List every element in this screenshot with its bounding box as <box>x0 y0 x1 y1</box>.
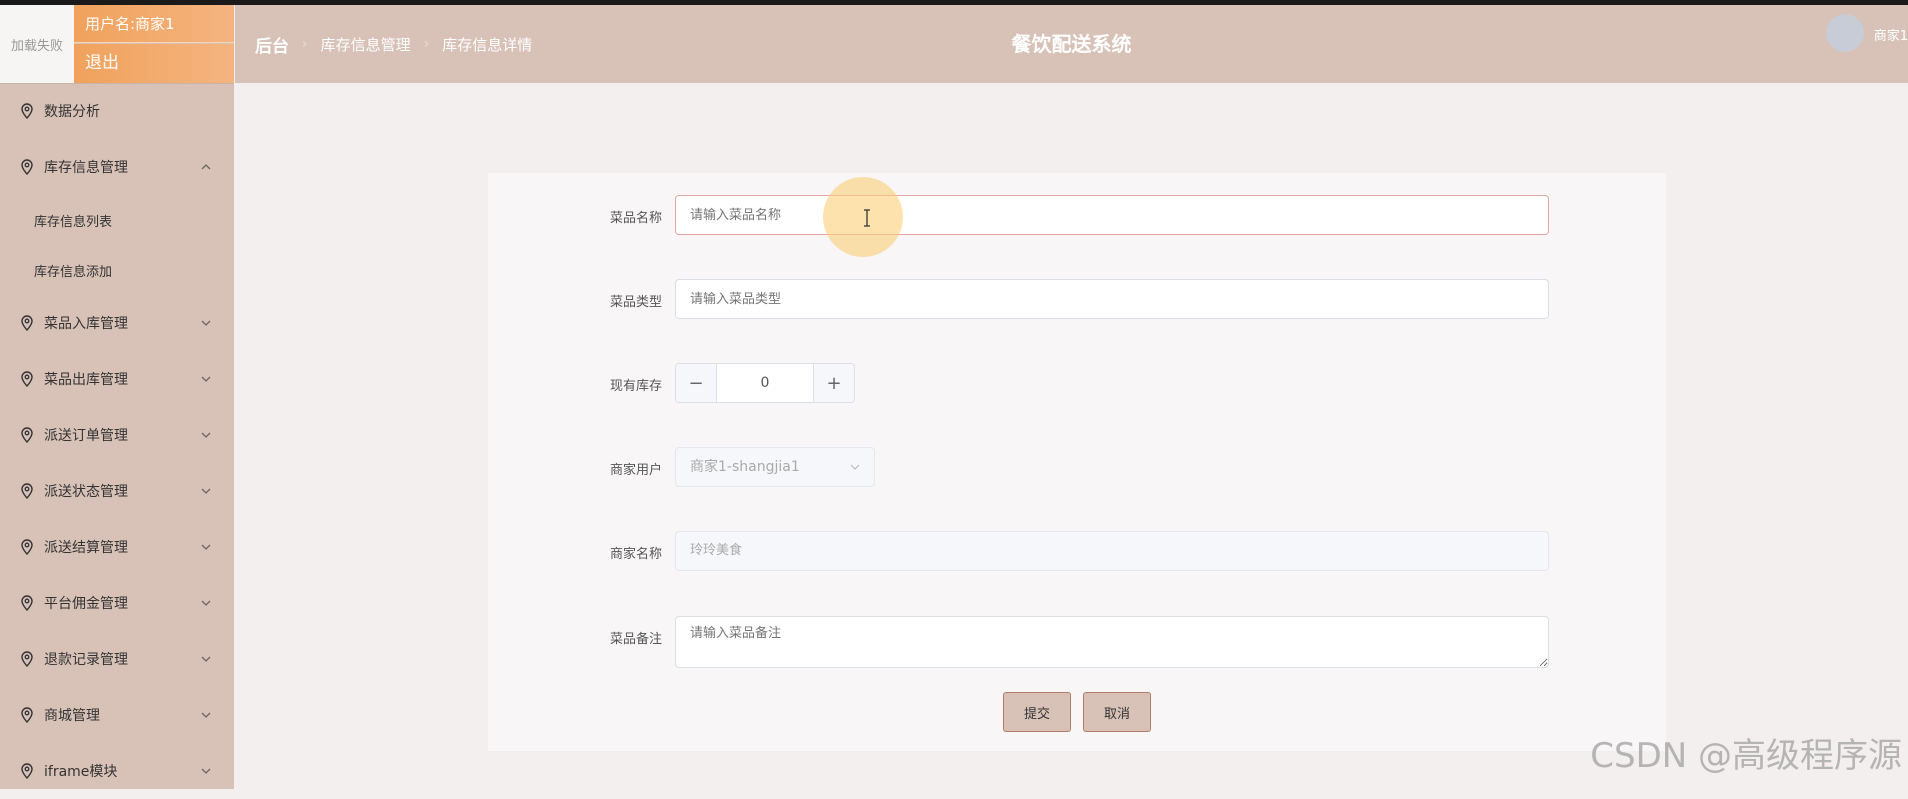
sidebar-item-dish-in[interactable]: 菜品入库管理 <box>0 295 234 351</box>
chevron-up-icon <box>201 164 211 170</box>
dish-name-input[interactable] <box>675 195 1549 235</box>
breadcrumb-separator-icon: › <box>302 36 308 52</box>
sidebar-item-label: 派送结算管理 <box>44 540 128 556</box>
dish-type-input[interactable] <box>675 279 1549 319</box>
sidebar-item-label: 菜品出库管理 <box>44 372 128 388</box>
dish-note-textarea[interactable] <box>675 616 1549 668</box>
dish-note-label: 菜品备注 <box>609 632 662 647</box>
logout-button[interactable]: 退出 <box>74 44 234 83</box>
sidebar: 加载失败 用户名:商家1 退出 数据分析 库存信息管理 库存信息列表 库存信息添… <box>0 5 234 789</box>
merchant-name-field: 玲玲美食 <box>675 531 1549 571</box>
stock-stepper: − 0 + <box>675 363 855 403</box>
dish-name-label: 菜品名称 <box>609 211 662 226</box>
sidebar-item-mall[interactable]: 商城管理 <box>0 687 234 743</box>
top-header: 后台 › 库存信息管理 › 库存信息详情 餐饮配送系统 商家1 <box>235 5 1908 83</box>
location-pin-icon <box>21 315 33 331</box>
chevron-down-icon <box>201 432 211 438</box>
increment-button[interactable]: + <box>813 364 854 402</box>
sidebar-item-label: 库存信息管理 <box>44 160 128 176</box>
location-pin-icon <box>21 707 33 723</box>
sidebar-item-label: 派送状态管理 <box>44 484 128 500</box>
user-avatar[interactable] <box>1826 14 1864 52</box>
dish-type-label: 菜品类型 <box>609 295 662 310</box>
username-label: 用户名:商家1 <box>74 5 234 43</box>
location-pin-icon <box>21 483 33 499</box>
sidebar-item-delivery-status[interactable]: 派送状态管理 <box>0 463 234 519</box>
chevron-down-icon <box>201 768 211 774</box>
form-row-dish-name: 菜品名称 <box>488 195 1666 235</box>
location-pin-icon <box>21 651 33 667</box>
merchant-user-select[interactable]: 商家1-shangjia1 <box>675 447 875 487</box>
stock-label: 现有库存 <box>609 379 662 394</box>
location-pin-icon <box>21 539 33 555</box>
chevron-down-icon <box>201 544 211 550</box>
location-pin-icon <box>21 103 33 119</box>
breadcrumb-current: 库存信息详情 <box>442 35 533 54</box>
form-row-merchant-name: 商家名称 玲玲美食 <box>488 531 1666 571</box>
sidebar-item-refund-records[interactable]: 退款记录管理 <box>0 631 234 687</box>
chevron-down-icon <box>201 656 211 662</box>
location-pin-icon <box>21 595 33 611</box>
inventory-detail-form: 菜品名称 菜品类型 现有库存 − 0 + 商家用户 商家1-shangjia1 … <box>488 173 1666 751</box>
sidebar-item-delivery-settlement[interactable]: 派送结算管理 <box>0 519 234 575</box>
watermark: CSDN @高级程序源 <box>1590 736 1902 776</box>
decrement-button[interactable]: − <box>676 364 717 402</box>
form-row-merchant-user: 商家用户 商家1-shangjia1 <box>488 447 1666 487</box>
location-pin-icon <box>21 763 33 779</box>
sidebar-item-iframe[interactable]: iframe模块 <box>0 743 234 799</box>
sidebar-item-data-analysis[interactable]: 数据分析 <box>0 83 234 139</box>
sidebar-item-label: 退款记录管理 <box>44 652 128 668</box>
location-pin-icon <box>21 371 33 387</box>
sidebar-item-inventory[interactable]: 库存信息管理 <box>0 139 234 195</box>
avatar-fallback-text: 加载失败 <box>10 38 63 54</box>
sidebar-item-label: iframe模块 <box>44 764 118 780</box>
sidebar-menu: 数据分析 库存信息管理 库存信息列表 库存信息添加 菜品入库管理 菜品出库管理 … <box>0 83 234 799</box>
avatar: 加载失败 <box>0 5 74 83</box>
chevron-down-icon <box>850 464 860 470</box>
sidebar-item-label: 菜品入库管理 <box>44 316 128 332</box>
stock-value[interactable]: 0 <box>717 364 813 402</box>
sidebar-item-label: 商城管理 <box>44 708 100 724</box>
chevron-down-icon <box>201 712 211 718</box>
location-pin-icon <box>21 427 33 443</box>
location-pin-icon <box>21 159 33 175</box>
sidebar-item-label: 派送订单管理 <box>44 428 128 444</box>
submit-button[interactable]: 提交 <box>1003 692 1071 732</box>
breadcrumb-separator-icon: › <box>423 36 430 52</box>
form-row-stock: 现有库存 − 0 + <box>488 363 1666 403</box>
merchant-name-label: 商家名称 <box>609 547 662 562</box>
chevron-down-icon <box>201 600 211 606</box>
breadcrumb: 后台 › 库存信息管理 › 库存信息详情 <box>255 5 532 83</box>
sidebar-item-label: 数据分析 <box>44 104 100 120</box>
sidebar-subitem-inventory-add[interactable]: 库存信息添加 <box>0 245 234 295</box>
merchant-user-value: 商家1-shangjia1 <box>690 459 800 475</box>
sidebar-subitem-inventory-list[interactable]: 库存信息列表 <box>0 195 234 245</box>
sidebar-item-platform-commission[interactable]: 平台佣金管理 <box>0 575 234 631</box>
chevron-down-icon <box>201 376 211 382</box>
breadcrumb-home[interactable]: 后台 <box>255 32 289 57</box>
cancel-button[interactable]: 取消 <box>1083 692 1151 732</box>
user-box: 加载失败 用户名:商家1 退出 <box>0 5 234 84</box>
chevron-down-icon <box>201 488 211 494</box>
sidebar-item-label: 平台佣金管理 <box>44 596 128 612</box>
text-cursor-icon <box>864 209 870 227</box>
sidebar-item-dish-out[interactable]: 菜品出库管理 <box>0 351 234 407</box>
merchant-user-label: 商家用户 <box>609 463 662 478</box>
chevron-down-icon <box>201 320 211 326</box>
header-username[interactable]: 商家1 <box>1874 25 1908 44</box>
form-row-dish-type: 菜品类型 <box>488 279 1666 319</box>
form-row-dish-note: 菜品备注 <box>488 616 1666 668</box>
sidebar-item-delivery-orders[interactable]: 派送订单管理 <box>0 407 234 463</box>
breadcrumb-inventory[interactable]: 库存信息管理 <box>321 34 411 55</box>
